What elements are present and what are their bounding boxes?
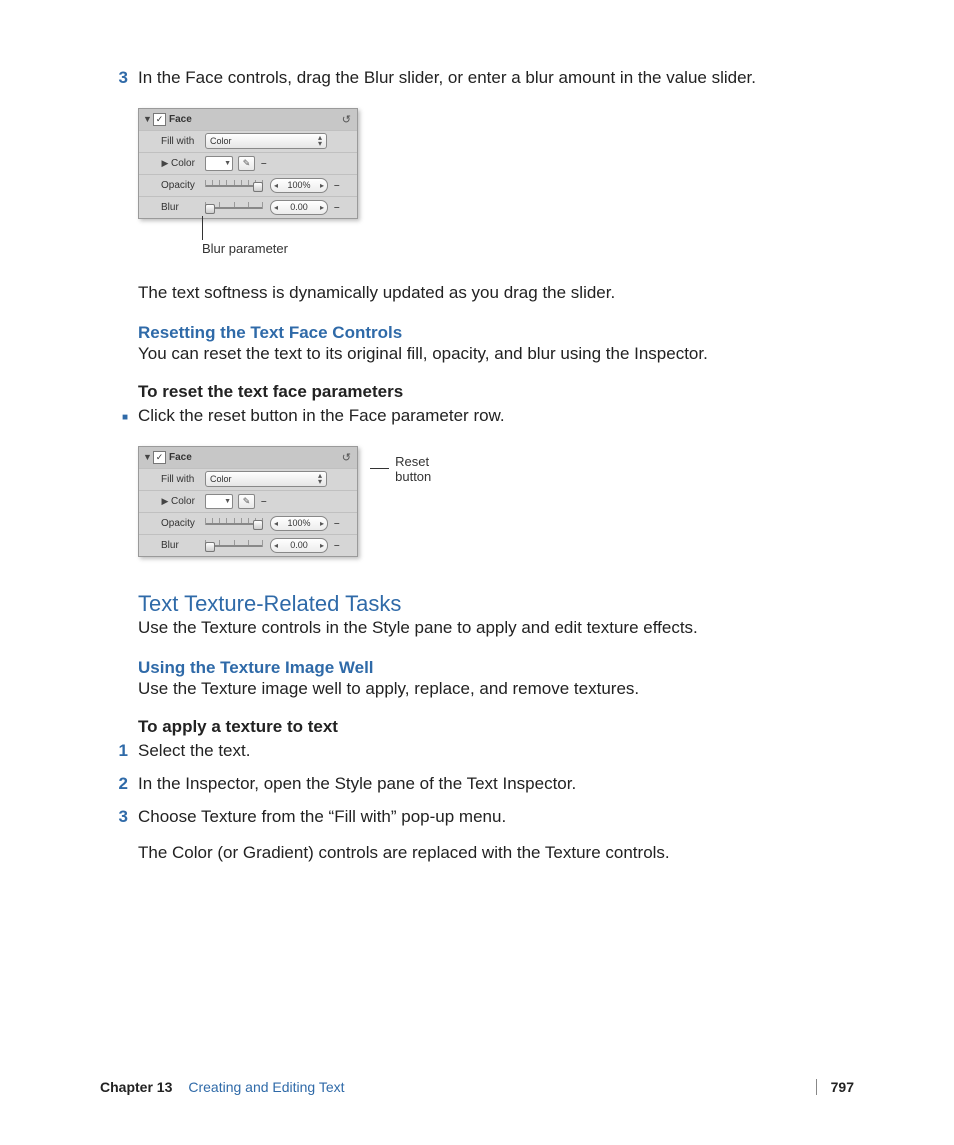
body-text: Use the Texture controls in the Style pa…	[138, 617, 854, 640]
blur-value-stepper[interactable]: ◂ 0.00 ▸	[270, 538, 328, 553]
step-number: 1	[100, 741, 138, 761]
blur-value: 0.00	[290, 202, 308, 212]
blur-slider[interactable]	[205, 538, 263, 552]
opacity-value-stepper[interactable]: ◂ 100% ▸	[270, 516, 328, 531]
step-number: 3	[100, 68, 138, 88]
fillwith-label: Fill with	[143, 474, 205, 485]
fillwith-popup[interactable]: Color ▴▾	[205, 471, 327, 487]
callout-reset-button: Reset button	[370, 454, 442, 484]
stepper-left-icon: ◂	[274, 203, 278, 212]
opacity-value: 100%	[287, 518, 310, 528]
color-well[interactable]: ▼	[205, 156, 233, 171]
opacity-slider[interactable]	[205, 516, 263, 530]
stepper-right-icon: ▸	[320, 541, 324, 550]
fillwith-value: Color	[210, 136, 232, 146]
face-panel: ▼ ✓ Face ↺ Fill with Color ▴▾ ▶Color	[138, 446, 358, 557]
footer-page-number: 797	[816, 1079, 854, 1095]
step-number: 2	[100, 774, 138, 794]
face-checkbox[interactable]: ✓	[153, 113, 166, 126]
disclosure-triangle-icon[interactable]: ▼	[143, 452, 151, 462]
color-label: ▶Color	[143, 496, 205, 507]
face-checkbox[interactable]: ✓	[153, 451, 166, 464]
heading-apply-texture: To apply a texture to text	[138, 717, 854, 737]
popup-arrows-icon: ▴▾	[318, 473, 322, 485]
body-text: You can reset the text to its original f…	[138, 343, 854, 366]
disclosure-triangle-icon[interactable]: ▼	[143, 114, 151, 124]
blur-value: 0.00	[290, 540, 308, 550]
stepper-left-icon: ◂	[274, 541, 278, 550]
body-text: The Color (or Gradient) controls are rep…	[138, 842, 854, 865]
heading-texture-well: Using the Texture Image Well	[138, 658, 854, 678]
popup-arrows-icon: ▴▾	[318, 135, 322, 147]
callout-blur-parameter: Blur parameter	[202, 219, 854, 256]
fillwith-value: Color	[210, 474, 232, 484]
stepper-left-icon: ◂	[274, 181, 278, 190]
step-text: Select the text.	[138, 740, 854, 763]
eyedropper-button[interactable]: ✎	[238, 494, 255, 509]
opacity-value-stepper[interactable]: ◂ 100% ▸	[270, 178, 328, 193]
stepper-left-icon: ◂	[274, 519, 278, 528]
opacity-label: Opacity	[143, 518, 205, 529]
stepper-right-icon: ▸	[320, 519, 324, 528]
step-text: In the Face controls, drag the Blur slid…	[138, 67, 854, 90]
row-handle-icon: –	[261, 496, 267, 507]
row-handle-icon: –	[334, 202, 340, 213]
opacity-label: Opacity	[143, 180, 205, 191]
face-label: Face	[169, 452, 192, 463]
reset-icon[interactable]: ↺	[342, 113, 351, 126]
face-panel: ▼ ✓ Face ↺ Fill with Color ▴▾ ▶Color	[138, 108, 358, 219]
step-number: 3	[100, 807, 138, 827]
page-footer: Chapter 13 Creating and Editing Text 797	[100, 1079, 854, 1095]
row-handle-icon: –	[334, 518, 340, 529]
color-disclosure-icon[interactable]: ▶	[161, 158, 169, 169]
step-text: In the Inspector, open the Style pane of…	[138, 773, 854, 796]
heading-reset-steps: To reset the text face parameters	[138, 382, 854, 402]
blur-slider[interactable]	[205, 200, 263, 214]
opacity-slider[interactable]	[205, 178, 263, 192]
heading-section: Text Texture-Related Tasks	[138, 591, 854, 617]
fillwith-popup[interactable]: Color ▴▾	[205, 133, 327, 149]
body-text: The text softness is dynamically updated…	[138, 282, 854, 305]
footer-title: Creating and Editing Text	[188, 1079, 344, 1095]
step-text: Choose Texture from the “Fill with” pop-…	[138, 806, 854, 829]
colorwell-arrow-icon: ▼	[224, 498, 231, 505]
heading-resetting: Resetting the Text Face Controls	[138, 323, 854, 343]
reset-icon[interactable]: ↺	[342, 451, 351, 464]
body-text: Use the Texture image well to apply, rep…	[138, 678, 854, 701]
blur-label: Blur	[143, 540, 205, 551]
stepper-right-icon: ▸	[320, 203, 324, 212]
opacity-value: 100%	[287, 180, 310, 190]
step-text: Click the reset button in the Face param…	[138, 405, 854, 428]
blur-label: Blur	[143, 202, 205, 213]
color-well[interactable]: ▼	[205, 494, 233, 509]
eyedropper-button[interactable]: ✎	[238, 156, 255, 171]
stepper-right-icon: ▸	[320, 181, 324, 190]
color-disclosure-icon[interactable]: ▶	[161, 496, 169, 507]
fillwith-label: Fill with	[143, 136, 205, 147]
face-label: Face	[169, 114, 192, 125]
colorwell-arrow-icon: ▼	[224, 160, 231, 167]
color-label: ▶Color	[143, 158, 205, 169]
row-handle-icon: –	[334, 540, 340, 551]
footer-chapter: Chapter 13	[100, 1079, 172, 1095]
row-handle-icon: –	[334, 180, 340, 191]
bullet-icon: ■	[100, 412, 138, 423]
blur-value-stepper[interactable]: ◂ 0.00 ▸	[270, 200, 328, 215]
row-handle-icon: –	[261, 158, 267, 169]
